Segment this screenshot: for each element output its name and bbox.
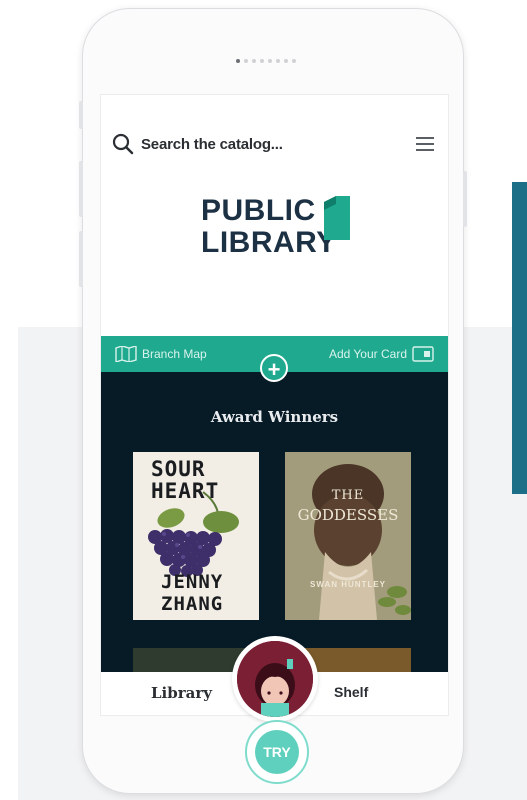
page-dot — [260, 59, 264, 63]
card-icon — [412, 346, 434, 362]
map-icon — [115, 346, 137, 362]
add-card-link[interactable]: Add Your Card — [329, 336, 434, 372]
background-teal-panel — [512, 182, 527, 494]
search-input[interactable]: Search the catalog... — [141, 136, 283, 153]
award-winners-section: Award Winners SOUR HEART JENNY ZHANG THE… — [101, 372, 448, 672]
book-title-line-1: SOUR — [151, 457, 206, 481]
reader-avatar-icon — [237, 641, 313, 717]
section-title: Award Winners — [210, 408, 339, 426]
tab-library[interactable]: Library — [151, 684, 212, 702]
library-logo: PUBLIC LIBRARY — [201, 195, 361, 285]
volume-down-button — [79, 231, 83, 287]
page-dot — [284, 59, 288, 63]
page-dot — [252, 59, 256, 63]
page-dot-active — [236, 59, 240, 63]
book-cover-sour-heart[interactable]: SOUR HEART JENNY ZHANG — [133, 452, 259, 620]
power-button — [463, 171, 467, 227]
bookmark-icon — [324, 196, 350, 240]
woman-back-illustration — [285, 452, 411, 620]
volume-up-button — [79, 161, 83, 217]
book-author: SWAN HUNTLEY — [310, 580, 386, 589]
book-title-line-1: THE — [331, 488, 365, 503]
page-dot — [268, 59, 272, 63]
book-author-line-1: JENNY — [161, 571, 224, 593]
page-dot — [276, 59, 280, 63]
search-icon[interactable] — [111, 132, 135, 156]
book-title-line-2: HEART — [151, 479, 220, 503]
try-button[interactable]: TRY — [245, 720, 309, 784]
avatar — [237, 641, 313, 717]
branch-map-link[interactable]: Branch Map — [115, 336, 207, 372]
app-screen: Search the catalog... PUBLIC LIBRARY Bra… — [100, 94, 449, 716]
page-indicator — [236, 57, 316, 65]
page-dot — [292, 59, 296, 63]
page-dot — [244, 59, 248, 63]
add-button[interactable]: + — [260, 354, 288, 382]
tab-shelf[interactable]: Shelf — [334, 684, 368, 700]
avatar-button[interactable] — [232, 636, 318, 722]
branch-map-label: Branch Map — [142, 347, 207, 361]
book-cover-the-goddesses[interactable]: THE GODDESSES SWAN HUNTLEY — [285, 452, 411, 620]
add-card-label: Add Your Card — [328, 347, 407, 361]
book-title-line-2: GODDESSES — [297, 506, 399, 524]
hamburger-menu-icon[interactable] — [414, 133, 436, 155]
try-button-label: TRY — [255, 730, 299, 774]
book-author-line-2: ZHANG — [161, 593, 224, 615]
search-bar[interactable]: Search the catalog... — [111, 131, 436, 157]
mute-switch — [79, 101, 83, 129]
